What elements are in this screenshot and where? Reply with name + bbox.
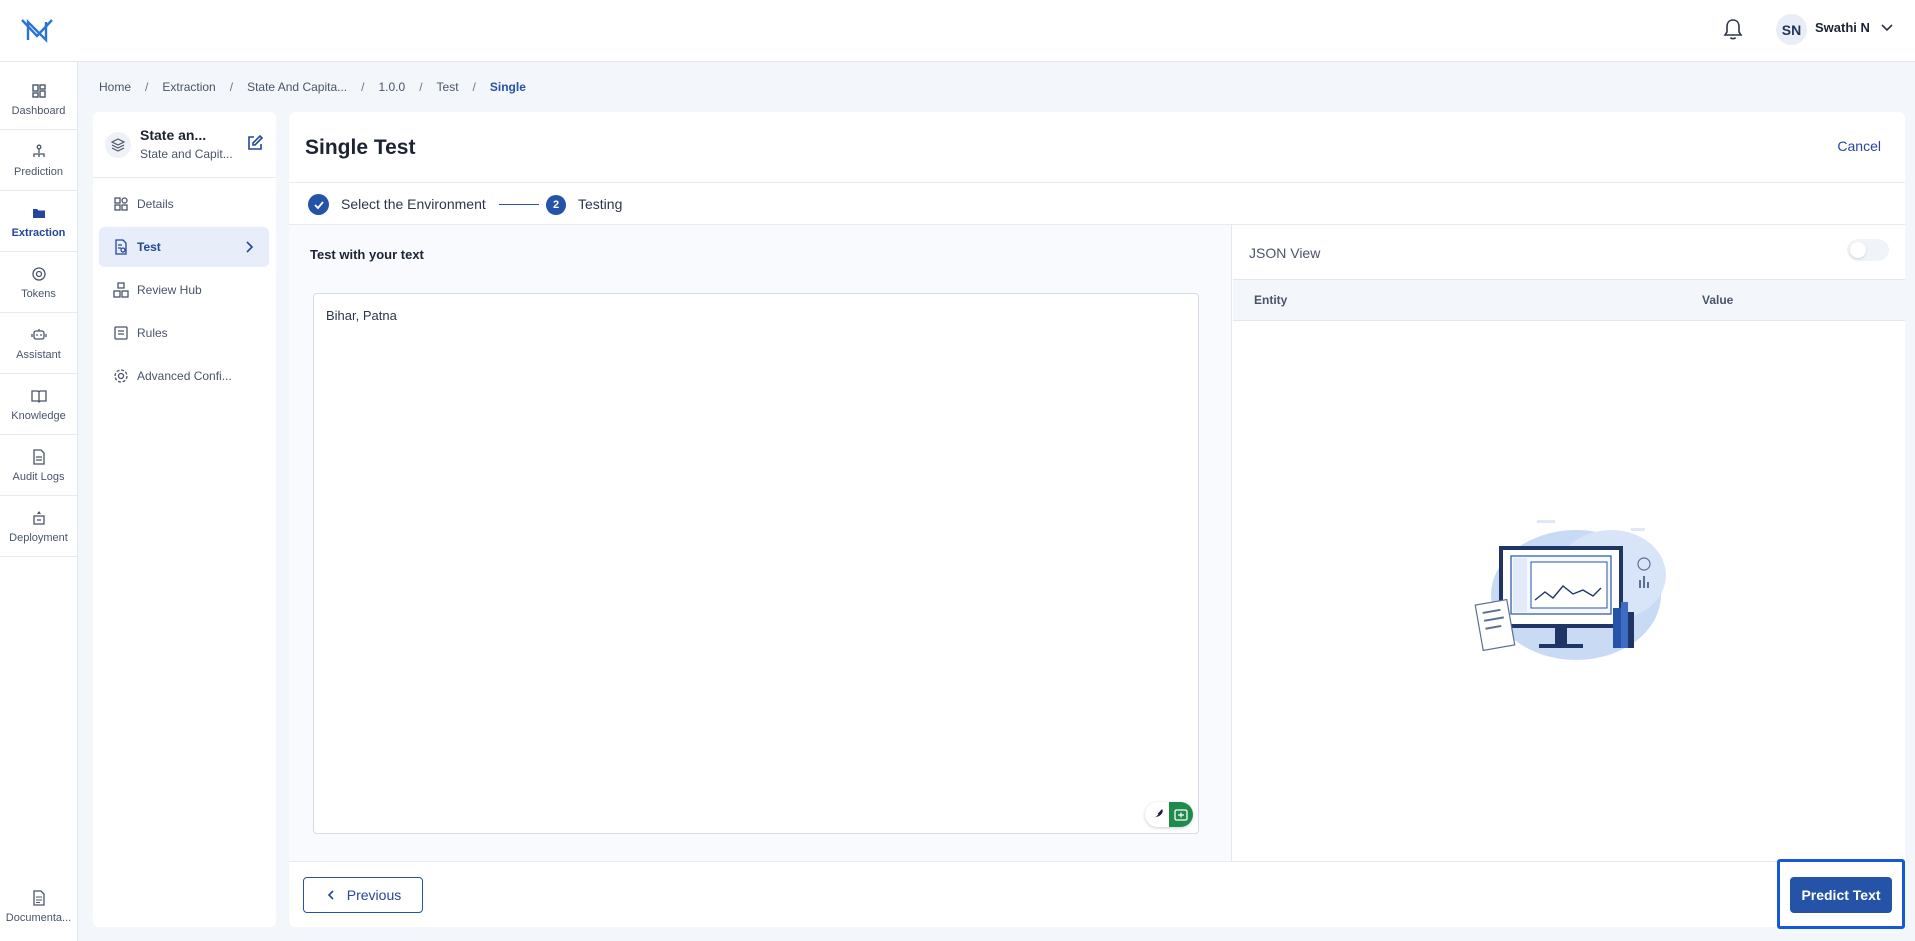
nav-label: Deployment (9, 531, 68, 544)
nav-label: Documenta... (5, 912, 72, 924)
app-logo[interactable] (20, 16, 54, 44)
breadcrumb-separator: / (145, 80, 149, 94)
result-table-header: Entity Value (1233, 279, 1905, 321)
subnav-rules[interactable]: Rules (99, 313, 269, 353)
breadcrumb-item[interactable]: Home (99, 80, 131, 94)
step-testing: Testing (578, 196, 623, 212)
rules-icon (114, 326, 128, 340)
breadcrumb-separator: / (229, 80, 234, 94)
nav-extraction[interactable]: Extraction (0, 192, 77, 252)
prediction-icon (32, 144, 45, 157)
breadcrumb-separator: / (419, 80, 423, 94)
user-name[interactable]: Swathi N (1815, 20, 1870, 35)
nav-prediction[interactable]: Prediction (0, 131, 77, 191)
project-title: State an... (140, 127, 207, 143)
result-pane: JSON View Entity Value (1233, 225, 1905, 861)
details-icon (114, 197, 128, 211)
column-entity: Entity (1254, 293, 1288, 307)
grammar-widget[interactable] (1145, 802, 1193, 827)
feather-icon[interactable] (1150, 806, 1166, 822)
nav-documentation[interactable]: Documenta... (0, 877, 77, 937)
document-icon (32, 448, 45, 465)
input-label: Test with your text (310, 247, 424, 262)
folder-icon (32, 208, 45, 218)
nav-assistant[interactable]: Assistant (0, 314, 77, 374)
nav-label: Extraction (11, 226, 66, 239)
top-bar: SN Swathi N (0, 0, 1915, 62)
nav-label: Knowledge (11, 409, 66, 422)
project-sidebar: State an... State and Capit... Details T… (93, 112, 276, 927)
breadcrumb-item[interactable]: 1.0.0 (378, 80, 405, 94)
nav-label: Audit Logs (12, 470, 65, 483)
nav-label: Prediction (14, 165, 63, 178)
toggle-knob (1850, 242, 1866, 258)
review-hub-icon (113, 282, 129, 298)
gear-icon (114, 369, 128, 383)
subnav-label: Details (137, 197, 174, 211)
assistant-icon (30, 328, 47, 340)
subnav-details[interactable]: Details (99, 184, 269, 224)
empty-state-illustration (1474, 520, 1666, 660)
layers-icon (105, 132, 131, 158)
page-title: Single Test (305, 136, 416, 159)
stepper: Select the Environment 2 Testing (289, 182, 1905, 225)
nav-tokens[interactable]: Tokens (0, 253, 77, 313)
subnav-review-hub[interactable]: Review Hub (99, 270, 269, 310)
step-select-environment[interactable]: Select the Environment (341, 196, 486, 212)
breadcrumb-separator: / (472, 80, 476, 94)
project-header: State an... State and Capit... (93, 112, 276, 178)
nav-label: Dashboard (11, 104, 66, 117)
step-number: 2 (546, 195, 566, 215)
main-panel: Single Test Cancel Select the Environmen… (289, 112, 1905, 929)
previous-button[interactable]: Previous (303, 877, 423, 913)
footer-bar: Previous Predict Text (289, 859, 1905, 929)
chevron-right-icon (246, 241, 254, 253)
breadcrumb-item[interactable]: State And Capita... (247, 80, 347, 94)
subnav-label: Test (137, 240, 161, 254)
subnav-label: Advanced Confi... (137, 369, 232, 383)
step-connector (499, 204, 539, 205)
test-icon (115, 239, 127, 255)
nav-label: Assistant (16, 348, 61, 361)
breadcrumb-item[interactable]: Extraction (162, 80, 215, 94)
avatar[interactable]: SN (1776, 14, 1807, 45)
book-icon (30, 389, 47, 403)
tokens-icon (31, 266, 46, 281)
project-subtitle: State and Capit... (140, 147, 233, 161)
nav-deployment[interactable]: Deployment (0, 497, 77, 557)
check-icon (308, 194, 329, 215)
breadcrumb-item[interactable]: Test (437, 80, 459, 94)
dashboard-icon (31, 83, 46, 98)
nav-knowledge[interactable]: Knowledge (0, 375, 77, 435)
chevron-left-icon (327, 890, 334, 900)
notification-bell-icon[interactable] (1722, 17, 1744, 41)
predict-text-button[interactable]: Predict Text (1790, 877, 1892, 913)
previous-label: Previous (346, 887, 402, 903)
subnav-test[interactable]: Test (99, 227, 269, 267)
deployment-icon (32, 510, 45, 525)
nav-label: Tokens (21, 287, 56, 300)
grammar-check-icon[interactable] (1169, 802, 1193, 827)
documentation-icon (32, 890, 45, 906)
edit-icon[interactable] (246, 134, 264, 152)
breadcrumb-current: Single (489, 80, 526, 94)
breadcrumb-separator: / (361, 80, 365, 94)
breadcrumb: Home / Extraction / State And Capita... … (99, 80, 526, 94)
subnav-advanced-config[interactable]: Advanced Confi... (99, 356, 269, 396)
column-value: Value (1702, 293, 1734, 307)
main-nav-rail: Dashboard Prediction Extraction Tokens A… (0, 62, 78, 941)
json-view-toggle[interactable] (1847, 239, 1889, 261)
subnav-label: Review Hub (137, 283, 202, 297)
chevron-down-icon[interactable] (1879, 20, 1895, 36)
json-view-label: JSON View (1249, 245, 1321, 261)
nav-dashboard[interactable]: Dashboard (0, 70, 77, 130)
nav-audit-logs[interactable]: Audit Logs (0, 436, 77, 496)
cancel-button[interactable]: Cancel (1837, 138, 1881, 154)
test-text-input[interactable] (313, 293, 1199, 834)
input-pane: Test with your text (289, 225, 1232, 861)
subnav-label: Rules (137, 326, 168, 340)
